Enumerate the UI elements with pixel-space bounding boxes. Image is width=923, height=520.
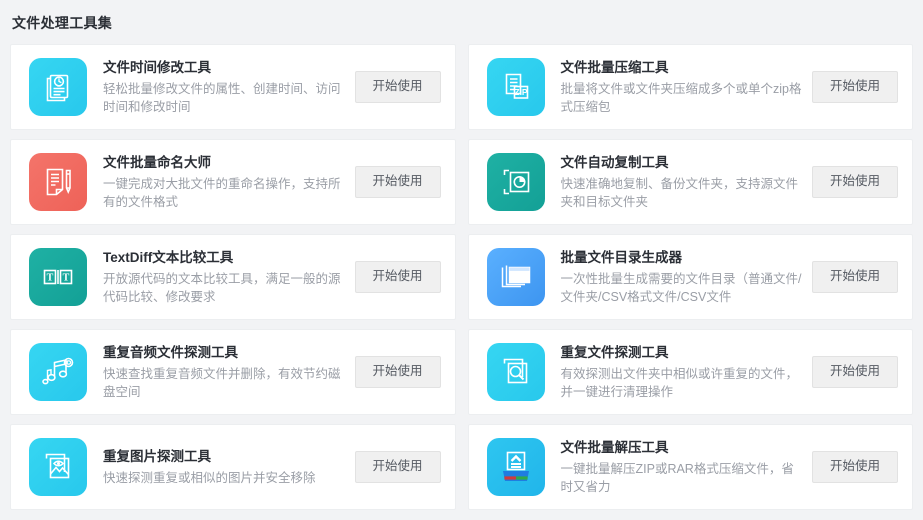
card-description: 开放源代码的文本比较工具，满足一般的源代码比较、修改要求 bbox=[103, 272, 341, 304]
card-title: 批量文件目录生成器 bbox=[560, 250, 683, 265]
tool-card[interactable]: 重复图片探测工具 快速探测重复或相似的图片并安全移除 开始使用 bbox=[10, 424, 456, 510]
start-button[interactable]: 开始使用 bbox=[354, 166, 441, 198]
card-description: 轻松批量修改文件的属性、创建时间、访问时间和修改时间 bbox=[103, 82, 341, 114]
svg-text:ZIP: ZIP bbox=[514, 87, 528, 97]
unzip-box-icon bbox=[486, 438, 545, 496]
text-diff-icon: T T bbox=[29, 248, 87, 306]
card-description: 一次性批量生成需要的文件目录（普通文件/文件夹/CSV格式文件/CSV文件 bbox=[560, 272, 802, 304]
card-description: 批量将文件或文件夹压缩成多个或单个zip格式压缩包 bbox=[560, 82, 802, 114]
start-button[interactable]: 开始使用 bbox=[354, 356, 441, 388]
file-search-icon bbox=[486, 343, 545, 401]
tool-card[interactable]: T T TextDiff文本比较工具 开放源代码的文本比较工具，满足一般的源代码… bbox=[10, 234, 456, 320]
zip-file-icon: ZIP bbox=[486, 58, 545, 116]
card-title: 重复音频文件探测工具 bbox=[103, 345, 238, 360]
card-title: 文件时间修改工具 bbox=[103, 60, 211, 75]
tool-card[interactable]: 文件批量命名大师 一键完成对大批文件的重命名操作，支持所有的文件格式 开始使用 bbox=[10, 139, 456, 225]
card-description: 快速查找重复音频文件并删除，有效节约磁盘空间 bbox=[103, 367, 341, 399]
tool-card[interactable]: 批量文件目录生成器 一次性批量生成需要的文件目录（普通文件/文件夹/CSV格式文… bbox=[467, 234, 913, 320]
card-text: 文件批量压缩工具 批量将文件或文件夹压缩成多个或单个zip格式压缩包 bbox=[561, 58, 813, 116]
tool-card[interactable]: 重复音频文件探测工具 快速查找重复音频文件并删除，有效节约磁盘空间 开始使用 bbox=[10, 329, 456, 415]
copy-clock-icon bbox=[486, 153, 545, 211]
card-description: 一键完成对大批文件的重命名操作，支持所有的文件格式 bbox=[103, 177, 341, 209]
card-description: 有效探测出文件夹中相似或许重复的文件，并一键进行清理操作 bbox=[560, 367, 799, 399]
start-button[interactable]: 开始使用 bbox=[354, 71, 441, 103]
start-button[interactable]: 开始使用 bbox=[812, 356, 898, 388]
document-clock-icon bbox=[29, 58, 87, 116]
card-text: 批量文件目录生成器 一次性批量生成需要的文件目录（普通文件/文件夹/CSV格式文… bbox=[561, 248, 813, 306]
tools-page: 文件处理工具集 文件时间修改工具 轻松批量修改文件的属性、创建时间、访问时间和修… bbox=[0, 0, 923, 520]
tool-card[interactable]: 文件时间修改工具 轻松批量修改文件的属性、创建时间、访问时间和修改时间 开始使用 bbox=[10, 44, 456, 130]
card-text: 文件批量命名大师 一键完成对大批文件的重命名操作，支持所有的文件格式 bbox=[103, 153, 355, 211]
tool-card[interactable]: 文件自动复制工具 快速准确地复制、备份文件夹，支持源文件夹和目标文件夹 开始使用 bbox=[467, 139, 913, 225]
start-button[interactable]: 开始使用 bbox=[354, 261, 441, 293]
card-title: TextDiff文本比较工具 bbox=[103, 250, 234, 265]
tool-card[interactable]: 重复文件探测工具 有效探测出文件夹中相似或许重复的文件，并一键进行清理操作 开始… bbox=[467, 329, 913, 415]
tool-card-grid: 文件时间修改工具 轻松批量修改文件的属性、创建时间、访问时间和修改时间 开始使用… bbox=[10, 44, 913, 510]
page-title: 文件处理工具集 bbox=[12, 15, 113, 31]
card-text: 文件批量解压工具 一键批量解压ZIP或RAR格式压缩文件，省时又省力 bbox=[561, 438, 813, 496]
start-button[interactable]: 开始使用 bbox=[812, 71, 898, 103]
image-eye-icon bbox=[29, 438, 87, 496]
card-text: 重复音频文件探测工具 快速查找重复音频文件并删除，有效节约磁盘空间 bbox=[103, 343, 355, 401]
document-pencil-icon bbox=[29, 153, 87, 211]
tool-card[interactable]: 文件批量解压工具 一键批量解压ZIP或RAR格式压缩文件，省时又省力 开始使用 bbox=[467, 424, 913, 510]
card-text: 文件自动复制工具 快速准确地复制、备份文件夹，支持源文件夹和目标文件夹 bbox=[561, 153, 813, 211]
card-description: 快速探测重复或相似的图片并安全移除 bbox=[103, 471, 316, 485]
start-button[interactable]: 开始使用 bbox=[812, 166, 898, 198]
card-text: TextDiff文本比较工具 开放源代码的文本比较工具，满足一般的源代码比较、修… bbox=[103, 248, 355, 306]
start-button[interactable]: 开始使用 bbox=[354, 451, 441, 483]
card-text: 文件时间修改工具 轻松批量修改文件的属性、创建时间、访问时间和修改时间 bbox=[103, 58, 355, 116]
card-title: 文件批量压缩工具 bbox=[560, 60, 669, 75]
stacked-folders-icon bbox=[486, 248, 545, 306]
card-text: 重复文件探测工具 有效探测出文件夹中相似或许重复的文件，并一键进行清理操作 bbox=[561, 343, 813, 401]
card-title: 文件批量命名大师 bbox=[103, 155, 211, 170]
start-button[interactable]: 开始使用 bbox=[812, 261, 898, 293]
card-title: 重复文件探测工具 bbox=[560, 345, 669, 360]
card-description: 快速准确地复制、备份文件夹，支持源文件夹和目标文件夹 bbox=[560, 177, 799, 209]
card-title: 文件自动复制工具 bbox=[560, 155, 669, 170]
tool-card[interactable]: ZIP 文件批量压缩工具 批量将文件或文件夹压缩成多个或单个zip格式压缩包 开… bbox=[467, 44, 913, 130]
start-button[interactable]: 开始使用 bbox=[812, 451, 898, 483]
card-text: 重复图片探测工具 快速探测重复或相似的图片并安全移除 bbox=[103, 447, 355, 487]
card-title: 重复图片探测工具 bbox=[103, 449, 211, 464]
card-title: 文件批量解压工具 bbox=[560, 440, 669, 455]
music-note-icon bbox=[29, 343, 87, 401]
svg-text:T: T bbox=[63, 273, 70, 284]
svg-text:T: T bbox=[47, 273, 54, 284]
card-description: 一键批量解压ZIP或RAR格式压缩文件，省时又省力 bbox=[560, 462, 794, 494]
